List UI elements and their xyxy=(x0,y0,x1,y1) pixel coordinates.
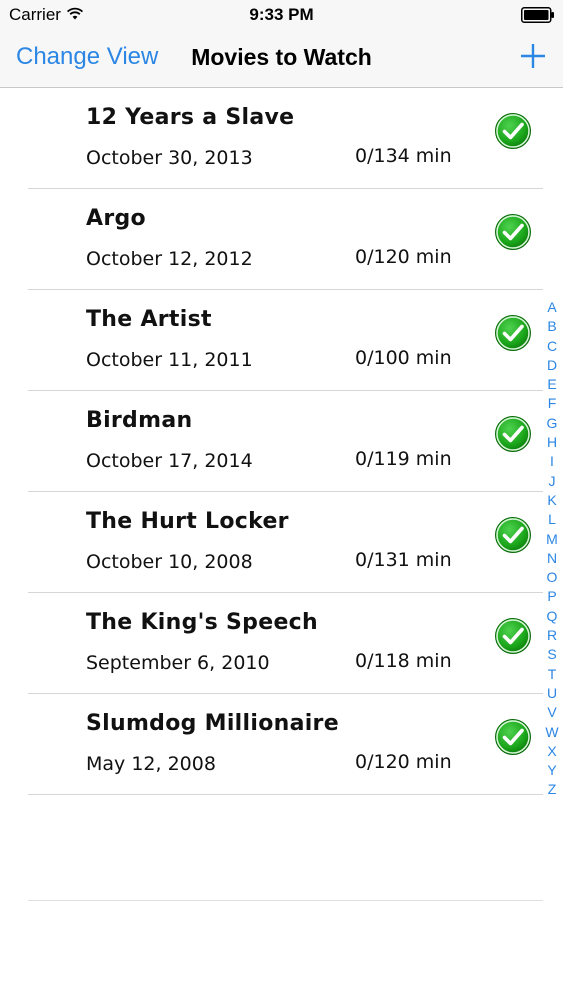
index-letter-f[interactable]: F xyxy=(541,394,563,413)
index-letter-h[interactable]: H xyxy=(541,433,563,452)
checkmark-icon[interactable] xyxy=(494,112,532,150)
index-letter-m[interactable]: M xyxy=(541,530,563,549)
index-letter-e[interactable]: E xyxy=(541,375,563,394)
list-item[interactable]: 12 Years a Slave October 30, 2013 0/134 … xyxy=(0,88,563,189)
index-letter-g[interactable]: G xyxy=(541,414,563,433)
list-item[interactable]: The King's Speech September 6, 2010 0/11… xyxy=(0,593,563,694)
movie-release-date: October 11, 2011 xyxy=(86,349,253,371)
list-item[interactable]: Birdman October 17, 2014 0/119 min xyxy=(0,391,563,492)
checkmark-icon[interactable] xyxy=(494,516,532,554)
screen: Carrier 9:33 PM Change View Movies to Wa… xyxy=(0,0,563,1000)
checkmark-icon[interactable] xyxy=(494,617,532,655)
index-letter-k[interactable]: K xyxy=(541,491,563,510)
movie-title: Birdman xyxy=(86,408,193,433)
movie-release-date: October 17, 2014 xyxy=(86,450,253,472)
index-letter-l[interactable]: L xyxy=(541,510,563,529)
index-letter-u[interactable]: U xyxy=(541,684,563,703)
list-item[interactable]: The Artist October 11, 2011 0/100 min xyxy=(0,290,563,391)
index-letter-p[interactable]: P xyxy=(541,587,563,606)
index-letter-i[interactable]: I xyxy=(541,452,563,471)
movie-release-date: September 6, 2010 xyxy=(86,652,270,674)
index-letter-a[interactable]: A xyxy=(541,298,563,317)
status-time: 9:33 PM xyxy=(249,5,314,24)
index-letter-c[interactable]: C xyxy=(541,337,563,356)
plus-icon[interactable] xyxy=(517,40,549,72)
index-letter-j[interactable]: J xyxy=(541,472,563,491)
index-letter-q[interactable]: Q xyxy=(541,607,563,626)
movie-list: 12 Years a Slave October 30, 2013 0/134 … xyxy=(0,88,563,795)
movie-title: Argo xyxy=(86,206,146,231)
list-item[interactable]: The Hurt Locker October 10, 2008 0/131 m… xyxy=(0,492,563,593)
list-item[interactable]: Argo October 12, 2012 0/120 min xyxy=(0,189,563,290)
movie-runtime: 0/134 min xyxy=(355,145,452,167)
movie-title: 12 Years a Slave xyxy=(86,105,295,130)
index-letter-x[interactable]: X xyxy=(541,742,563,761)
page-title-text: Movies to Watch xyxy=(191,44,372,70)
index-letter-d[interactable]: D xyxy=(541,356,563,375)
index-letter-y[interactable]: Y xyxy=(541,761,563,780)
index-letter-v[interactable]: V xyxy=(541,703,563,722)
divider xyxy=(28,900,543,901)
checkmark-icon[interactable] xyxy=(494,415,532,453)
checkmark-icon[interactable] xyxy=(494,314,532,352)
movie-runtime: 0/131 min xyxy=(355,549,452,571)
movie-title: Slumdog Millionaire xyxy=(86,711,339,736)
movie-runtime: 0/119 min xyxy=(355,448,452,470)
section-index[interactable]: ABCDEFGHIJKLMNOPQRSTUVWXYZ xyxy=(541,298,563,800)
index-letter-o[interactable]: O xyxy=(541,568,563,587)
movie-title: The Hurt Locker xyxy=(86,509,289,534)
movie-runtime: 0/120 min xyxy=(355,751,452,773)
movie-release-date: October 30, 2013 xyxy=(86,147,253,169)
navigation-bar: Change View Movies to Watch xyxy=(0,30,563,88)
index-letter-r[interactable]: R xyxy=(541,626,563,645)
movie-title: The King's Speech xyxy=(86,610,318,635)
list-item[interactable]: Slumdog Millionaire May 12, 2008 0/120 m… xyxy=(0,694,563,795)
movie-release-date: May 12, 2008 xyxy=(86,753,216,775)
movie-runtime: 0/120 min xyxy=(355,246,452,268)
index-letter-n[interactable]: N xyxy=(541,549,563,568)
index-letter-w[interactable]: W xyxy=(541,723,563,742)
index-letter-z[interactable]: Z xyxy=(541,780,563,799)
movie-title: The Artist xyxy=(86,307,212,332)
battery-icon xyxy=(521,7,554,23)
checkmark-icon[interactable] xyxy=(494,718,532,756)
page-title: Movies to Watch xyxy=(0,42,563,72)
index-letter-b[interactable]: B xyxy=(541,317,563,336)
movie-release-date: October 10, 2008 xyxy=(86,551,253,573)
index-letter-s[interactable]: S xyxy=(541,645,563,664)
movie-release-date: October 12, 2012 xyxy=(86,248,253,270)
status-bar: Carrier 9:33 PM xyxy=(0,0,563,30)
index-letter-t[interactable]: T xyxy=(541,665,563,684)
movie-runtime: 0/100 min xyxy=(355,347,452,369)
movie-runtime: 0/118 min xyxy=(355,650,452,672)
checkmark-icon[interactable] xyxy=(494,213,532,251)
